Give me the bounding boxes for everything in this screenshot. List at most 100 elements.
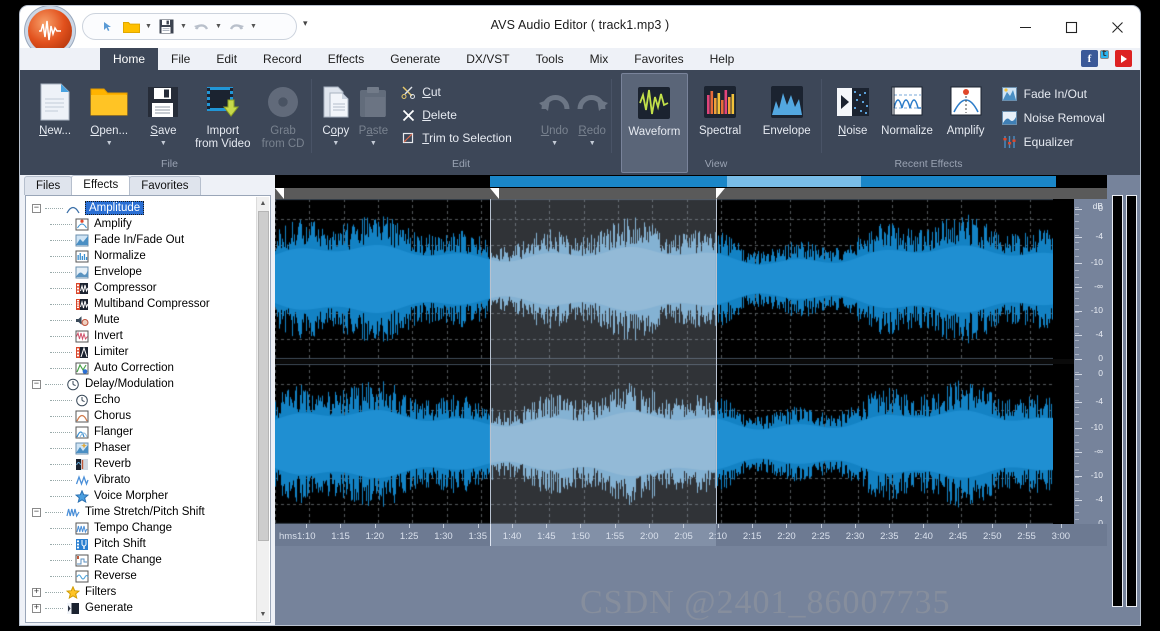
delete-button[interactable]: Delete	[396, 106, 516, 124]
tree-item-chorus[interactable]: Chorus	[26, 408, 256, 424]
youtube-icon[interactable]	[1115, 50, 1132, 67]
tree-item-limiter[interactable]: Limiter	[26, 344, 256, 360]
tree-item-reverb[interactable]: Reverb	[26, 456, 256, 472]
db-minor-tick	[1075, 379, 1079, 380]
tree-item-delay-modulation[interactable]: −Delay/Modulation	[26, 376, 256, 392]
ribbon-toolbar: New... Open... ▼	[20, 70, 1140, 175]
main-body: Files Effects Favorites −AmplitudeAmplif…	[20, 175, 1140, 625]
tree-item-phaser[interactable]: Phaser	[26, 440, 256, 456]
time-ruler[interactable]: hms1:101:151:201:251:301:351:401:451:501…	[275, 524, 1107, 546]
close-button[interactable]	[1094, 6, 1140, 48]
effects-tree[interactable]: −AmplitudeAmplify Fade In/Fade Out Normali…	[26, 200, 256, 622]
waveform-canvas[interactable]	[275, 199, 1107, 524]
selection-start-line[interactable]	[490, 199, 491, 524]
tree-item-vibrato[interactable]: Vibrato	[26, 472, 256, 488]
tree-item-echo[interactable]: Echo	[26, 392, 256, 408]
scroll-down-arrow[interactable]: ▼	[257, 608, 269, 621]
tree-item-generate[interactable]: +Generate	[26, 600, 256, 616]
tree-item-mute[interactable]: Mute	[26, 312, 256, 328]
tab-favorites[interactable]: Favorites	[621, 48, 696, 70]
tree-expander[interactable]: −	[32, 508, 41, 517]
tab-home[interactable]: Home	[100, 48, 158, 70]
tree-expander[interactable]: −	[32, 204, 41, 213]
view-start-handle-2[interactable]	[490, 188, 499, 199]
facebook-icon[interactable]: f	[1081, 50, 1098, 67]
tree-item-normalize[interactable]: Normalize	[26, 248, 256, 264]
tree-item-label: Fade In/Fade Out	[94, 234, 184, 246]
equalizer-button[interactable]: Equalizer	[998, 133, 1109, 151]
tree-item-tempo-change[interactable]: Tempo Change	[26, 520, 256, 536]
view-start-handle[interactable]	[275, 188, 284, 199]
waveform-icon	[637, 83, 671, 123]
overview-scrollbar[interactable]	[275, 188, 1107, 199]
db-minor-tick	[1075, 442, 1079, 443]
tree-item-invert[interactable]: Invert	[26, 328, 256, 344]
sidebar-tab-files[interactable]: Files	[24, 176, 72, 195]
tab-record[interactable]: Record	[250, 48, 315, 70]
maximize-button[interactable]	[1048, 6, 1094, 48]
chevron-down-icon[interactable]: ▼	[370, 141, 377, 147]
db-minor-tick	[1075, 326, 1079, 327]
db-tick-label: -10	[1091, 470, 1103, 480]
trim-to-selection-button[interactable]: Trim to Selection	[396, 129, 516, 147]
tree-item-amplitude[interactable]: −Amplitude	[26, 200, 256, 216]
tree-item-time-stretch-pitch-shift[interactable]: −Time Stretch/Pitch Shift	[26, 504, 256, 520]
tab-dxvst[interactable]: DX/VST	[453, 48, 522, 70]
compressor-icon	[74, 281, 89, 295]
tree-item-filters[interactable]: +Filters	[26, 584, 256, 600]
noise-removal-button[interactable]: Noise Removal	[998, 109, 1109, 127]
tab-help[interactable]: Help	[697, 48, 748, 70]
tree-item-flanger[interactable]: Flanger	[26, 424, 256, 440]
overview-strip[interactable]	[275, 175, 1107, 188]
tab-mix[interactable]: Mix	[577, 48, 622, 70]
db-minor-tick	[1075, 372, 1079, 373]
tree-expander[interactable]: −	[32, 380, 41, 389]
tab-file[interactable]: File	[158, 48, 203, 70]
cut-button[interactable]: Cut	[396, 83, 516, 101]
ribbon-group-file: New... Open... ▼	[28, 73, 311, 173]
fade-in-out-button[interactable]: Fade In/Out	[998, 85, 1109, 103]
view-end-handle[interactable]	[716, 188, 725, 199]
cd-icon	[266, 82, 300, 122]
tree-item-reverse[interactable]: Reverse	[26, 568, 256, 584]
tree-item-label: Normalize	[94, 250, 146, 262]
overview-segment	[490, 176, 727, 187]
tree-item-amplify[interactable]: Amplify	[26, 216, 256, 232]
tree-item-rate-change[interactable]: Rate Change	[26, 552, 256, 568]
tab-effects[interactable]: Effects	[315, 48, 377, 70]
tree-item-fade-in-fade-out[interactable]: Fade In/Fade Out	[26, 232, 256, 248]
selection-end-line[interactable]	[716, 199, 717, 524]
scroll-thumb[interactable]	[258, 211, 269, 541]
db-minor-tick	[1075, 421, 1079, 422]
tree-scrollbar[interactable]: ▲ ▼	[256, 197, 269, 621]
twitter-icon[interactable]: t	[1100, 50, 1109, 59]
sidebar-tab-effects[interactable]: Effects	[71, 175, 130, 195]
chevron-down-icon[interactable]: ▼	[160, 141, 167, 147]
ruler-tick	[546, 524, 547, 528]
ruler-tick	[855, 524, 856, 528]
new-document-icon	[38, 82, 72, 122]
tree-item-voice-morpher[interactable]: Voice Morpher	[26, 488, 256, 504]
waveform-editor[interactable]: dB 0-4-10-∞-10-400-4-10-∞-10-40 hms1:101…	[275, 175, 1140, 625]
tree-expander[interactable]: +	[32, 588, 41, 597]
overview-segment	[861, 176, 1056, 187]
tree-connector	[50, 256, 72, 257]
tree-expander[interactable]: +	[32, 604, 41, 613]
playhead[interactable]	[490, 524, 491, 546]
copy-button[interactable]: Copy ▼	[317, 73, 355, 173]
tree-item-pitch-shift[interactable]: Pitch Shift	[26, 536, 256, 552]
selection-overlay[interactable]	[490, 199, 716, 524]
tree-item-auto-correction[interactable]: Auto Correction	[26, 360, 256, 376]
tree-item-multiband-compressor[interactable]: Multiband Compressor	[26, 296, 256, 312]
tree-item-envelope[interactable]: Envelope	[26, 264, 256, 280]
sidebar-tab-favorites[interactable]: Favorites	[129, 176, 200, 195]
chevron-down-icon[interactable]: ▼	[106, 141, 113, 147]
tab-tools[interactable]: Tools	[523, 48, 577, 70]
chevron-down-icon[interactable]: ▼	[332, 141, 339, 147]
minimize-button[interactable]	[1002, 6, 1048, 48]
scroll-up-arrow[interactable]: ▲	[257, 197, 269, 210]
tree-item-compressor[interactable]: Compressor	[26, 280, 256, 296]
ruler-tick	[478, 524, 479, 528]
tab-edit[interactable]: Edit	[203, 48, 250, 70]
tab-generate[interactable]: Generate	[377, 48, 453, 70]
